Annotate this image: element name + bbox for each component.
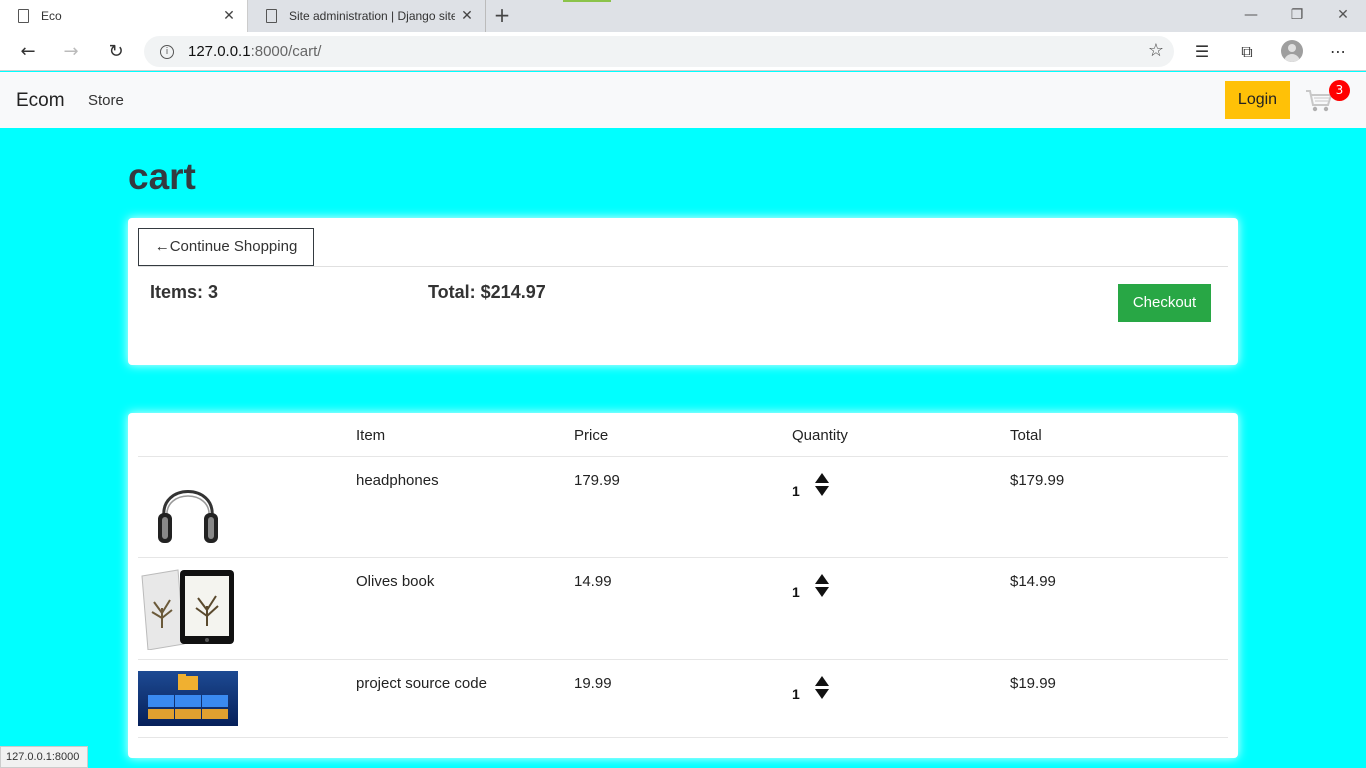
more-icon[interactable]: ⋯ (1326, 40, 1350, 64)
media-indicator (563, 0, 611, 2)
checkout-button[interactable]: Checkout (1118, 284, 1211, 322)
items-count: Items: 3 (150, 282, 219, 302)
browser-tab-django-admin[interactable]: Site administration | Django site ✕ (248, 0, 486, 32)
tab-title: Eco (41, 9, 62, 23)
cart-summary-box: ←Continue Shopping Items: 3 Total: $214.… (128, 218, 1238, 365)
favorite-star-icon[interactable]: ☆ (1148, 40, 1164, 61)
cart-row: project source code 19.99 1 $19.99 (138, 660, 1228, 738)
forward-icon[interactable]: → (57, 38, 85, 66)
decrease-arrow-icon[interactable] (815, 486, 829, 496)
nav-store-link[interactable]: Store (88, 92, 124, 109)
item-quantity: 1 (792, 686, 800, 702)
item-price: 19.99 (574, 675, 612, 692)
cart-count-badge: 3 (1329, 80, 1350, 101)
url-field[interactable]: i 127.0.0.1:8000/cart/ ☆ (144, 36, 1174, 67)
profile-avatar-icon[interactable] (1281, 40, 1303, 62)
url-text: 127.0.0.1:8000/cart/ (188, 43, 322, 60)
item-total: $14.99 (1010, 573, 1056, 590)
item-price: 179.99 (574, 472, 620, 489)
item-quantity: 1 (792, 584, 800, 600)
book-image (141, 569, 234, 650)
favorites-list-icon[interactable]: ☰ (1190, 40, 1214, 64)
header-item: Item (356, 427, 386, 444)
close-icon[interactable]: ✕ (455, 8, 479, 24)
quantity-stepper (815, 676, 829, 699)
tab-title: Site administration | Django site (289, 9, 455, 23)
new-tab-icon[interactable]: + (490, 4, 514, 28)
increase-arrow-icon[interactable] (815, 473, 829, 483)
minimize-icon[interactable]: — (1228, 0, 1274, 32)
decrease-arrow-icon[interactable] (815, 689, 829, 699)
cart-total: Total: $214.97 (428, 282, 546, 302)
address-toolbar: ← → ↻ i 127.0.0.1:8000/cart/ ☆ ☰ ⧉ ⋯ (0, 32, 1366, 71)
continue-shopping-button[interactable]: ←Continue Shopping (138, 228, 314, 266)
item-quantity: 1 (792, 483, 800, 499)
divider (138, 266, 1228, 267)
collections-icon[interactable]: ⧉ (1235, 40, 1259, 64)
cart-table-header: Item Price Quantity Total (138, 413, 1228, 457)
item-total: $19.99 (1010, 675, 1056, 692)
browser-tab-eco[interactable]: Eco ✕ (0, 0, 248, 32)
cart-items-box: Item Price Quantity Total headphones 179… (128, 413, 1238, 758)
login-button[interactable]: Login (1225, 81, 1290, 119)
page-icon (18, 9, 29, 23)
increase-arrow-icon[interactable] (815, 574, 829, 584)
item-name: Olives book (356, 573, 435, 590)
item-name: headphones (356, 472, 439, 489)
quantity-stepper (815, 473, 829, 496)
browser-tab-bar: Eco ✕ Site administration | Django site … (0, 0, 1366, 32)
item-total: $179.99 (1010, 472, 1065, 489)
restore-icon[interactable]: ❐ (1274, 0, 1320, 32)
brand-link[interactable]: Ecom (16, 90, 65, 112)
reload-icon[interactable]: ↻ (102, 38, 130, 66)
header-quantity: Quantity (792, 427, 848, 444)
site-navbar: Ecom Store Login 3 (0, 72, 1366, 128)
increase-arrow-icon[interactable] (815, 676, 829, 686)
page-icon (266, 9, 277, 23)
browser-status-bar: 127.0.0.1:8000 (0, 746, 88, 768)
source-code-image (138, 671, 238, 726)
item-price: 14.99 (574, 573, 612, 590)
decrease-arrow-icon[interactable] (815, 587, 829, 597)
item-name: project source code (356, 675, 487, 692)
cart-row: Olives book 14.99 1 $14.99 (138, 558, 1228, 660)
header-price: Price (574, 427, 609, 444)
headphones-image (158, 490, 218, 543)
quantity-stepper (815, 574, 829, 597)
page-title: cart (128, 156, 196, 197)
back-icon[interactable]: ← (14, 38, 42, 66)
header-total: Total (1010, 427, 1042, 444)
close-icon[interactable]: ✕ (217, 8, 241, 24)
window-close-icon[interactable]: ✕ (1320, 0, 1366, 32)
info-icon[interactable]: i (160, 44, 174, 59)
cart-row: headphones 179.99 1 $179.99 (138, 457, 1228, 558)
